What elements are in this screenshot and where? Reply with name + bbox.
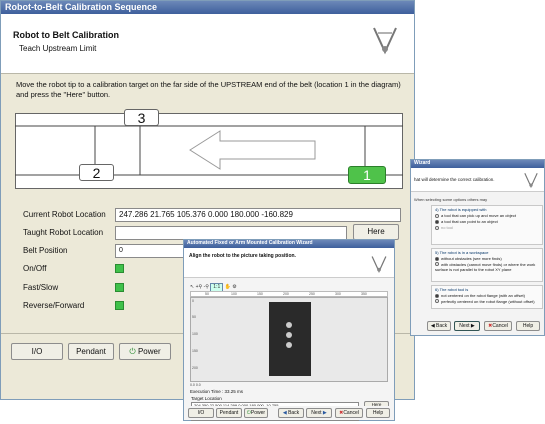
y-tick-0: 0 bbox=[192, 299, 194, 303]
power-button-label: Power bbox=[137, 347, 161, 356]
tool-option-3[interactable]: no tool bbox=[435, 225, 539, 231]
robot-logo-icon bbox=[524, 173, 538, 189]
revfwd-label: Reverse/Forward bbox=[23, 301, 85, 310]
robot-logo-icon bbox=[371, 256, 387, 274]
header-title: Robot to Belt Calibration bbox=[13, 30, 119, 40]
wizard-center-io-button[interactable]: I/O bbox=[188, 408, 214, 418]
wizard-right-header: hat will determine the correct calibrati… bbox=[411, 168, 544, 192]
io-button[interactable]: I/O bbox=[11, 343, 63, 360]
robot-tool-option-2[interactable]: perfectly centered on the robot flange (… bbox=[435, 299, 539, 305]
cursor-coords: 0.0 0.0 bbox=[190, 383, 201, 387]
power-button[interactable]: ⏻ Power bbox=[119, 343, 171, 360]
window-title: Robot-to-Belt Calibration Sequence bbox=[1, 1, 414, 14]
target-location-label: Target Location bbox=[191, 396, 222, 401]
workspace-option-2[interactable]: with obstacles (cannot move finds) or wh… bbox=[435, 262, 539, 273]
diagram-marker-3: 3 bbox=[124, 109, 159, 126]
section-robot-tool: 6) The robot tool is not centered on the… bbox=[431, 285, 543, 309]
vision-toolbar: ↖ +⚲ -⚲ 1:1 ✋ ⚙ bbox=[190, 283, 390, 292]
power-icon: ⏻ bbox=[129, 347, 136, 356]
wizard-center-power-button[interactable]: ⏻Power bbox=[244, 408, 268, 418]
wizard-right-header-text: hat will determine the correct calibrati… bbox=[414, 177, 495, 182]
onoff-indicator bbox=[115, 264, 124, 273]
camera-image bbox=[269, 302, 311, 376]
grab-icon[interactable]: ✋ bbox=[225, 284, 231, 290]
belt-position-label: Belt Position bbox=[23, 246, 68, 255]
calibration-dot bbox=[286, 342, 292, 348]
instructions-text: Move the robot tip to a calibration targ… bbox=[16, 80, 401, 99]
diagram-marker-2: 2 bbox=[79, 164, 114, 181]
revfwd-indicator bbox=[115, 301, 124, 310]
diagram-marker-1: 1 bbox=[348, 166, 386, 184]
wizard-center-next-button[interactable]: Next ▶ bbox=[306, 408, 332, 418]
calibration-dot bbox=[286, 332, 292, 338]
calibration-options-wizard: Wizard hat will determine the correct ca… bbox=[410, 159, 545, 336]
wizard-center-header-text: Align the robot to the picture taking po… bbox=[189, 253, 296, 259]
camera-calibration-wizard: Automated Fixed or Arm Mounted Calibrati… bbox=[183, 239, 395, 421]
y-tick-4: 200 bbox=[192, 366, 198, 370]
zoom-in-icon[interactable]: +⚲ bbox=[196, 284, 203, 290]
taught-location-label: Taught Robot Location bbox=[23, 228, 104, 237]
wizard-center-help-button[interactable]: Help bbox=[366, 408, 390, 418]
section-tool: 4) The robot is equipped with a tool tha… bbox=[431, 205, 543, 245]
onoff-label: On/Off bbox=[23, 264, 47, 273]
pendant-button[interactable]: Pendant bbox=[68, 343, 114, 360]
wizard-right-next-button[interactable]: Next ▶ bbox=[454, 321, 480, 331]
header-panel: Robot to Belt Calibration Teach Upstream… bbox=[1, 14, 414, 74]
wizard-center-pendant-button[interactable]: Pendant bbox=[216, 408, 242, 418]
here-button[interactable]: Here bbox=[353, 224, 399, 240]
calibration-dot bbox=[286, 322, 292, 328]
wizard-center-title: Automated Fixed or Arm Mounted Calibrati… bbox=[184, 240, 394, 248]
wizard-right-cancel-button[interactable]: ✖Cancel bbox=[484, 321, 512, 331]
settings-icon[interactable]: ⚙ bbox=[232, 284, 236, 290]
section-robot-tool-title: 6) The robot tool is bbox=[435, 287, 469, 292]
current-location-label: Current Robot Location bbox=[23, 210, 106, 219]
fastslow-label: Fast/Slow bbox=[23, 283, 59, 292]
wizard-center-button-bar: I/O Pendant ⏻Power ◀ Back Next ▶ ✖Cancel… bbox=[184, 406, 394, 420]
pointer-icon[interactable]: ↖ bbox=[190, 284, 194, 290]
taught-location-field[interactable] bbox=[115, 226, 347, 240]
section-workspace: 5) The robot is in a workspace without o… bbox=[431, 248, 543, 282]
fastslow-indicator bbox=[115, 283, 124, 292]
section-tool-title: 4) The robot is equipped with bbox=[435, 207, 487, 212]
belt-position-field: 0 bbox=[115, 244, 185, 258]
wizard-center-back-button[interactable]: ◀ Back bbox=[278, 408, 304, 418]
header-subtitle: Teach Upstream Limit bbox=[19, 44, 97, 53]
camera-view: 0 50 100 150 200 bbox=[190, 297, 388, 382]
current-location-field: 247.286 21.765 105.376 0.000 180.000 -16… bbox=[115, 208, 401, 222]
wizard-right-back-button[interactable]: ◀ Back bbox=[427, 321, 451, 331]
wizard-right-help-button[interactable]: Help bbox=[516, 321, 540, 331]
wizard-right-title: Wizard bbox=[411, 160, 544, 168]
y-tick-2: 100 bbox=[192, 332, 198, 336]
zoom-out-icon[interactable]: -⚲ bbox=[204, 284, 209, 290]
y-tick-1: 50 bbox=[192, 315, 196, 319]
y-tick-3: 150 bbox=[192, 349, 198, 353]
section-workspace-title: 5) The robot is in a workspace bbox=[435, 250, 489, 255]
belt-diagram bbox=[15, 113, 403, 189]
wizard-center-cancel-button[interactable]: ✖Cancel bbox=[335, 408, 363, 418]
robot-logo-icon bbox=[373, 27, 397, 55]
wizard-right-intro: When selecting some options others may bbox=[414, 197, 488, 202]
wizard-center-header: Align the robot to the picture taking po… bbox=[184, 248, 394, 278]
